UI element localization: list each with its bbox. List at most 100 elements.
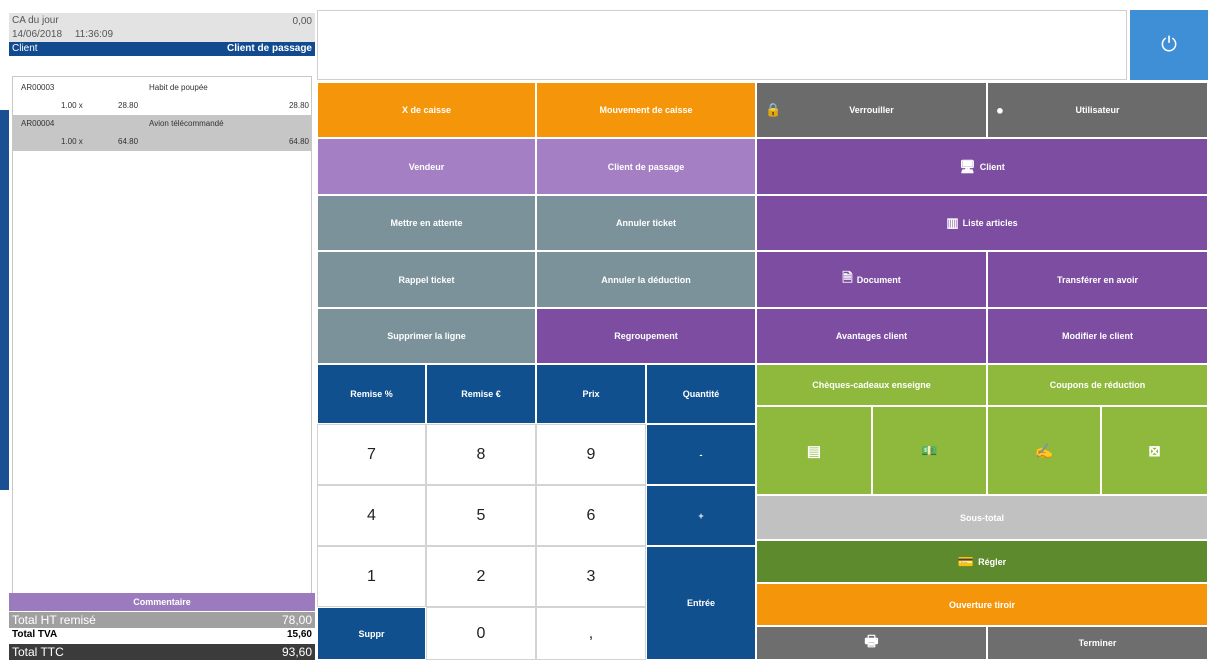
total-tva-label: Total TVA [12, 629, 58, 640]
power-button[interactable]: ⏻ [1130, 10, 1208, 80]
lock-icon: 🔒 [765, 102, 782, 117]
comment-button[interactable]: Commentaire [9, 593, 315, 611]
date: 14/06/2018 [12, 29, 63, 40]
regler-button[interactable]: 💳 Régler [756, 540, 1208, 583]
ticket-lines: AR00003 Habit de poupée 1.00 x 28.80 28.… [12, 76, 312, 600]
entree-button[interactable]: Entrée [646, 546, 756, 660]
key-8[interactable]: 8 [426, 424, 536, 485]
pay-icon: 💳 [957, 553, 975, 569]
total-ht-row: Total HT remisé 78,00 [9, 612, 315, 628]
key-1[interactable]: 1 [317, 546, 426, 607]
prix-button[interactable]: Prix [536, 364, 646, 424]
client-value: Client de passage [226, 43, 312, 54]
key-9[interactable]: 9 [536, 424, 646, 485]
client-label: Client [12, 43, 38, 54]
regroupement-button[interactable]: Regroupement [536, 308, 756, 364]
barcode-icon: ▥ [946, 215, 959, 230]
verrouiller-label: Verrouiller [849, 105, 894, 115]
suppr-button[interactable]: Suppr [317, 607, 426, 660]
line-desc: Avion télécommandé [149, 119, 224, 128]
payment-cheque-button[interactable]: ✍ [987, 406, 1101, 495]
line-total: 64.80 [288, 137, 309, 146]
ca-value: 0,00 [292, 16, 312, 27]
ticket-panel: CA du jour 0,00 14/06/2018 11:36:09 Clie… [9, 13, 315, 660]
utilisateur-button[interactable]: ● Utilisateur [987, 82, 1208, 138]
quantite-button[interactable]: Quantité [646, 364, 756, 424]
payment-card-button[interactable]: ▤ [756, 406, 872, 495]
key-plus[interactable]: + [646, 485, 756, 546]
user-icon: ● [996, 102, 1004, 118]
client-label: Client [979, 161, 1005, 172]
line-price: 28.80 [118, 101, 139, 110]
client-button[interactable]: 🖥 Client [756, 138, 1208, 195]
annuler-deduction-button[interactable]: Annuler la déduction [536, 251, 756, 308]
line-price: 64.80 [118, 137, 139, 146]
liste-articles-label: Liste articles [962, 218, 1018, 228]
key-comma[interactable]: , [536, 607, 646, 660]
remise-eur-button[interactable]: Remise € [426, 364, 536, 424]
card-icon: ▤ [806, 442, 822, 460]
line-total: 28.80 [288, 101, 309, 110]
key-6[interactable]: 6 [536, 485, 646, 546]
client-bar[interactable]: Client Client de passage [9, 42, 315, 56]
time: 11:36:09 [74, 29, 114, 40]
print-button[interactable]: 🖶 [756, 626, 987, 660]
total-tva-row: Total TVA 15,60 [9, 628, 315, 644]
cash-icon: 💵 [921, 442, 938, 458]
supprimer-ligne-button[interactable]: Supprimer la ligne [317, 308, 536, 364]
cheque-icon: ✍ [1034, 442, 1054, 460]
key-3[interactable]: 3 [536, 546, 646, 607]
total-ttc-row: Total TTC 93,60 [9, 644, 315, 660]
liste-articles-button[interactable]: ▥ Liste articles [756, 195, 1208, 251]
ca-label: CA du jour [12, 15, 59, 26]
cheques-cadeaux-button[interactable]: Chèques-cadeaux enseigne [756, 364, 987, 406]
datetime: 14/06/2018 11:36:09 [12, 29, 113, 40]
transferer-avoir-button[interactable]: Transférer en avoir [987, 251, 1208, 308]
remise-pct-button[interactable]: Remise % [317, 364, 426, 424]
line-qty: 1.00 x [61, 137, 83, 146]
line-qty: 1.00 x [61, 101, 83, 110]
key-0[interactable]: 0 [426, 607, 536, 660]
payment-cash-button[interactable]: 💵 [872, 406, 987, 495]
total-ht-value: 78,00 [281, 613, 312, 627]
total-ttc-value: 93,60 [281, 645, 312, 659]
annuler-ticket-button[interactable]: Annuler ticket [536, 195, 756, 251]
key-2[interactable]: 2 [426, 546, 536, 607]
regler-label: Régler [978, 556, 1007, 567]
total-ttc-label: Total TTC [12, 645, 64, 659]
document-icon: 🗎 [842, 269, 853, 285]
key-5[interactable]: 5 [426, 485, 536, 546]
document-button[interactable]: 🗎 Document [756, 251, 987, 308]
terminer-button[interactable]: Terminer [987, 626, 1208, 660]
key-4[interactable]: 4 [317, 485, 426, 546]
ticket-header: CA du jour 0,00 14/06/2018 11:36:09 [9, 13, 315, 43]
payment-voucher-button[interactable]: ⊠ [1101, 406, 1208, 495]
document-label: Document [856, 274, 901, 285]
client-passage-button[interactable]: Client de passage [536, 138, 756, 195]
ticket-line[interactable]: AR00004 Avion télécommandé 1.00 x 64.80 … [13, 115, 311, 151]
printer-icon: 🖶 [864, 632, 879, 650]
x-caisse-button[interactable]: X de caisse [317, 82, 536, 138]
mouvement-caisse-button[interactable]: Mouvement de caisse [536, 82, 756, 138]
modifier-client-button[interactable]: Modifier le client [987, 308, 1208, 364]
total-tva-value: 15,60 [286, 629, 312, 640]
avantages-client-button[interactable]: Avantages client [756, 308, 987, 364]
utilisateur-label: Utilisateur [1075, 105, 1120, 115]
power-icon: ⏻ [1161, 33, 1177, 56]
key-7[interactable]: 7 [317, 424, 426, 485]
ouverture-tiroir-button[interactable]: Ouverture tiroir [756, 583, 1208, 626]
voucher-icon: ⊠ [1148, 442, 1161, 460]
sous-total-button[interactable]: Sous-total [756, 495, 1208, 540]
rappel-ticket-button[interactable]: Rappel ticket [317, 251, 536, 308]
monitor-icon: 🖥 [959, 158, 976, 174]
total-ht-label: Total HT remisé [12, 613, 96, 627]
line-code: AR00004 [21, 119, 55, 128]
coupons-reduction-button[interactable]: Coupons de réduction [987, 364, 1208, 406]
vendeur-button[interactable]: Vendeur [317, 138, 536, 195]
mettre-en-attente-button[interactable]: Mettre en attente [317, 195, 536, 251]
line-code: AR00003 [21, 83, 55, 92]
ticket-line[interactable]: AR00003 Habit de poupée 1.00 x 28.80 28.… [13, 79, 311, 115]
line-desc: Habit de poupée [149, 83, 208, 92]
key-minus[interactable]: - [646, 424, 756, 485]
verrouiller-button[interactable]: 🔒 Verrouiller [756, 82, 987, 138]
